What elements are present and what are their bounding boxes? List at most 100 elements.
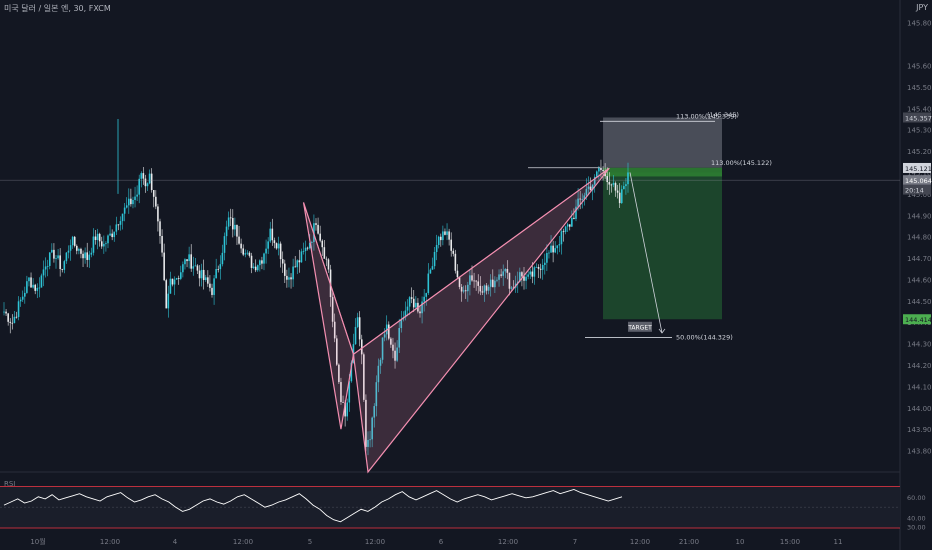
candle-body [169,278,172,294]
candle-body [21,296,24,300]
x-tick-label: 12:00 [233,538,253,546]
candle-body [254,266,257,271]
candle-body [602,169,604,172]
level-label: 113.00%(145.122) [711,159,772,167]
candle-body [55,258,57,260]
candle-body [30,277,32,288]
y-tick-label: 145.200 [907,148,932,156]
candle-body [200,269,203,279]
currency-label: JPY [916,3,928,12]
candle-body [132,200,134,205]
candle-body [28,277,30,282]
candle-body [562,231,565,233]
candle-body [38,287,41,289]
y-tick-label: 145.400 [907,105,932,113]
candle-body [44,266,47,270]
candle-body [5,311,7,314]
candle-body [144,178,147,187]
candle-body [356,317,359,327]
candle-body [121,213,124,222]
candle-body [198,270,201,279]
stop-loss-zone [603,117,722,168]
candle-body [435,244,438,252]
candle-body [57,255,59,259]
candle-body [109,233,111,236]
level-label: 50.00%(144.329) [676,333,733,341]
candle-body [265,248,267,254]
candle-body [406,306,409,311]
pattern-bcd-triangle [352,167,610,474]
candle-body [240,243,242,249]
y-tick-label: 144.200 [907,362,932,370]
candle-body [566,224,569,227]
y-tick-label: 144.100 [907,383,932,391]
candle-body [190,254,192,269]
candle-body [300,251,303,263]
candle-body [173,279,176,285]
candle-body [408,297,411,307]
candle-body [256,265,259,271]
candle-body [194,265,197,267]
candle-body [140,173,143,179]
candle-body [571,217,573,227]
candle-body [560,231,563,245]
candle-body [238,236,240,244]
candle-body [9,321,12,323]
candle-body [627,172,629,185]
price-badge-label: 145.064 [905,177,932,185]
candle-body [292,266,294,280]
y-tick-label: 143.900 [907,426,932,434]
candle-body [271,228,274,241]
y-tick-label: 144.000 [907,405,932,413]
candle-body [148,173,151,184]
candle-body [96,233,99,241]
candle-body [410,297,413,299]
candle-body [279,243,282,260]
candle-body [13,316,16,323]
candle-body [125,205,128,208]
y-tick-label: 145.500 [907,84,932,92]
price-badge-label: 145.357 [905,114,932,122]
candle-body [26,281,28,293]
candle-body [321,240,324,248]
candle-body [142,173,145,179]
candle-body [281,259,284,264]
candle-body [456,270,459,278]
candle-body [211,287,213,295]
candle-body [7,313,9,322]
candle-body [51,249,53,253]
candle-body [17,301,20,317]
x-tick-label: 15:00 [780,538,800,546]
candle-body [273,240,276,244]
candle-body [252,266,255,268]
candle-body [152,190,155,197]
candle-body [61,268,64,270]
candle-body [146,183,149,187]
candle-body [223,236,226,253]
candle-body [427,273,430,294]
candle-body [119,221,122,225]
candle-body [123,207,126,214]
candle-body [186,259,188,262]
candle-body [90,252,93,255]
candle-body [69,245,72,251]
candle-body [36,287,39,291]
y-tick-label: 145.600 [907,62,932,70]
entry-band [603,167,722,177]
y-tick-label: 144.600 [907,276,932,284]
candle-body [544,262,546,265]
candle-body [246,252,249,254]
candle-body [429,269,432,274]
candle-body [440,236,442,241]
y-tick-label: 144.500 [907,298,932,306]
candle-body [128,198,130,206]
candle-body [412,298,415,308]
candle-body [248,252,251,256]
price-badge-label: 145.121 [905,165,932,173]
price-chart[interactable]: 145.800 145.600 145.500 145.400 145.300 145.2… [0,0,932,550]
candle-body [80,248,82,254]
candle-body [3,311,5,313]
candle-body [423,296,425,302]
candle-body [304,247,307,251]
candle-body [452,250,455,254]
